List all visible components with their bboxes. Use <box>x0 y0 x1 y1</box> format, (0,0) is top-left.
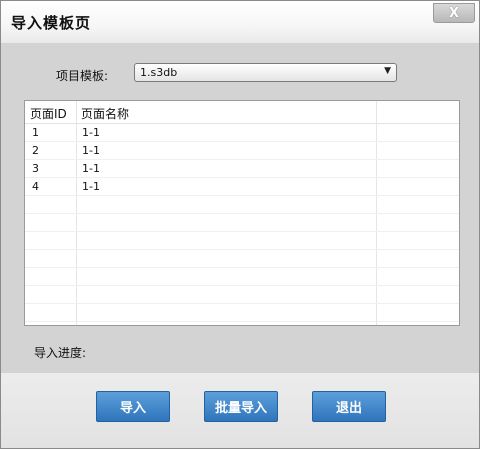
chevron-down-icon[interactable]: ▼ <box>384 66 391 76</box>
close-button[interactable]: X <box>433 3 475 23</box>
template-select[interactable]: 1.s3db ▼ <box>134 63 397 82</box>
exit-button[interactable]: 退出 <box>312 391 386 422</box>
empty-row <box>25 232 459 250</box>
template-select-value: 1.s3db <box>140 66 178 79</box>
import-button[interactable]: 导入 <box>96 391 170 422</box>
column-header-page-name[interactable]: 页面名称 <box>81 105 129 122</box>
table-row[interactable]: 3 1-1 <box>25 160 459 178</box>
table-row[interactable]: 1 1-1 <box>25 124 459 142</box>
empty-row <box>25 268 459 286</box>
cell-page-name: 1-1 <box>82 162 100 175</box>
template-label: 项目模板: <box>56 69 109 83</box>
table-row[interactable]: 2 1-1 <box>25 142 459 160</box>
cell-page-name: 1-1 <box>82 144 100 157</box>
empty-row <box>25 322 459 325</box>
dialog-body: 项目模板: 1.s3db ▼ 页面ID 页面名称 1 1-1 2 1-1 3 1… <box>1 43 479 373</box>
close-icon: X <box>448 5 460 21</box>
import-template-dialog: 导入模板页 X 项目模板: 1.s3db ▼ 页面ID 页面名称 1 1-1 2… <box>0 0 480 449</box>
cell-page-name: 1-1 <box>82 180 100 193</box>
column-header-page-id[interactable]: 页面ID <box>30 105 67 122</box>
cell-page-name: 1-1 <box>82 126 100 139</box>
button-bar: 导入 批量导入 退出 <box>1 373 479 448</box>
pages-table[interactable]: 页面ID 页面名称 1 1-1 2 1-1 3 1-1 4 1-1 <box>24 100 460 326</box>
empty-row <box>25 304 459 322</box>
table-header: 页面ID 页面名称 <box>25 101 459 124</box>
window-title: 导入模板页 <box>11 14 92 32</box>
empty-row <box>25 214 459 232</box>
table-row[interactable]: 4 1-1 <box>25 178 459 196</box>
cell-page-id: 1 <box>32 126 39 139</box>
empty-row <box>25 196 459 214</box>
empty-row <box>25 286 459 304</box>
batch-import-button[interactable]: 批量导入 <box>204 391 278 422</box>
cell-page-id: 3 <box>32 162 39 175</box>
cell-page-id: 2 <box>32 144 39 157</box>
empty-row <box>25 250 459 268</box>
title-bar: 导入模板页 X <box>1 1 479 43</box>
progress-label: 导入进度: <box>34 346 87 360</box>
cell-page-id: 4 <box>32 180 39 193</box>
